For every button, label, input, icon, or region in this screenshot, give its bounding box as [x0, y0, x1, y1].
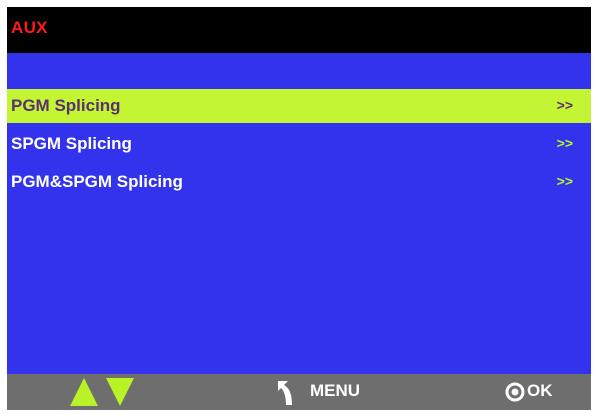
title-bar: AUX — [7, 7, 591, 53]
ok-button-label[interactable]: OK — [527, 381, 553, 401]
down-arrow-icon[interactable] — [105, 377, 135, 407]
ok-circle-icon[interactable] — [505, 382, 525, 402]
back-arrow-icon[interactable] — [274, 379, 300, 407]
page-title: AUX — [11, 18, 48, 37]
up-arrow-icon[interactable] — [69, 377, 99, 407]
menu-item-label: SPGM Splicing — [11, 134, 132, 153]
device-screen: AUX PGM Splicing >> SPGM Splicing >> PGM… — [7, 7, 591, 410]
menu-item-spgm-splicing[interactable]: SPGM Splicing >> — [7, 127, 591, 161]
submenu-arrow-icon: >> — [556, 135, 573, 151]
menu-button-label[interactable]: MENU — [310, 381, 360, 401]
menu-item-pgm-spgm-splicing[interactable]: PGM&SPGM Splicing >> — [7, 165, 591, 199]
menu-item-label: PGM Splicing — [11, 96, 121, 115]
menu-item-pgm-splicing[interactable]: PGM Splicing >> — [7, 89, 591, 123]
submenu-arrow-icon: >> — [556, 173, 573, 189]
navigation-arrows[interactable] — [69, 377, 139, 407]
menu-item-label: PGM&SPGM Splicing — [11, 172, 183, 191]
bottom-control-bar: MENU OK — [7, 374, 591, 410]
submenu-arrow-icon: >> — [556, 97, 573, 113]
